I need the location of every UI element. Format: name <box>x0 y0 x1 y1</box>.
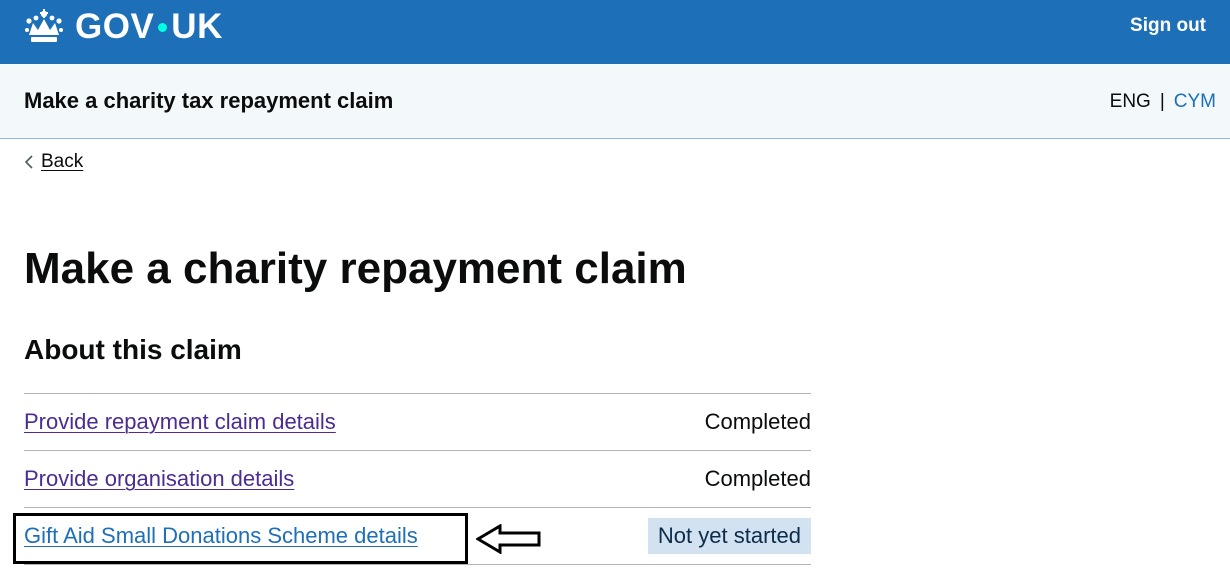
status-tag-not-started: Not yet started <box>647 518 811 554</box>
task-link-organisation-details[interactable]: Provide organisation details <box>24 464 294 494</box>
language-toggle: ENG | CYM <box>1110 90 1216 114</box>
task-list-item: Provide repayment claim details Complete… <box>24 394 811 451</box>
logo-text: GOV UK <box>75 7 223 47</box>
task-status: Completed <box>704 466 811 491</box>
crown-icon <box>25 9 63 42</box>
chevron-left-icon <box>24 155 33 169</box>
sign-out-link[interactable]: Sign out <box>1130 14 1206 38</box>
lang-cym-link[interactable]: CYM <box>1174 90 1216 114</box>
service-name[interactable]: Make a charity tax repayment claim <box>24 88 393 114</box>
govuk-logo[interactable]: GOV UK <box>24 7 223 47</box>
task-link-repayment-claim-details[interactable]: Provide repayment claim details <box>24 407 336 437</box>
back-link[interactable]: Back <box>41 150 83 174</box>
task-status: Completed <box>704 409 811 434</box>
lang-eng: ENG <box>1109 91 1151 112</box>
section-title: About this claim <box>24 334 242 365</box>
logo-text-uk: UK <box>171 7 223 46</box>
govuk-header: GOV UK Sign out <box>0 0 1230 64</box>
service-navigation: Make a charity tax repayment claim ENG |… <box>0 64 1230 139</box>
left-arrow-outline-icon <box>476 524 541 554</box>
task-list-item: Provide organisation details Completed <box>24 451 811 508</box>
logo-text-gov: GOV <box>75 7 155 46</box>
lang-separator: | <box>1159 91 1165 112</box>
back-link-container[interactable]: Back <box>24 150 83 174</box>
logo-dot <box>158 22 168 32</box>
page-title: Make a charity repayment claim <box>24 244 687 293</box>
highlight-box <box>13 513 468 564</box>
